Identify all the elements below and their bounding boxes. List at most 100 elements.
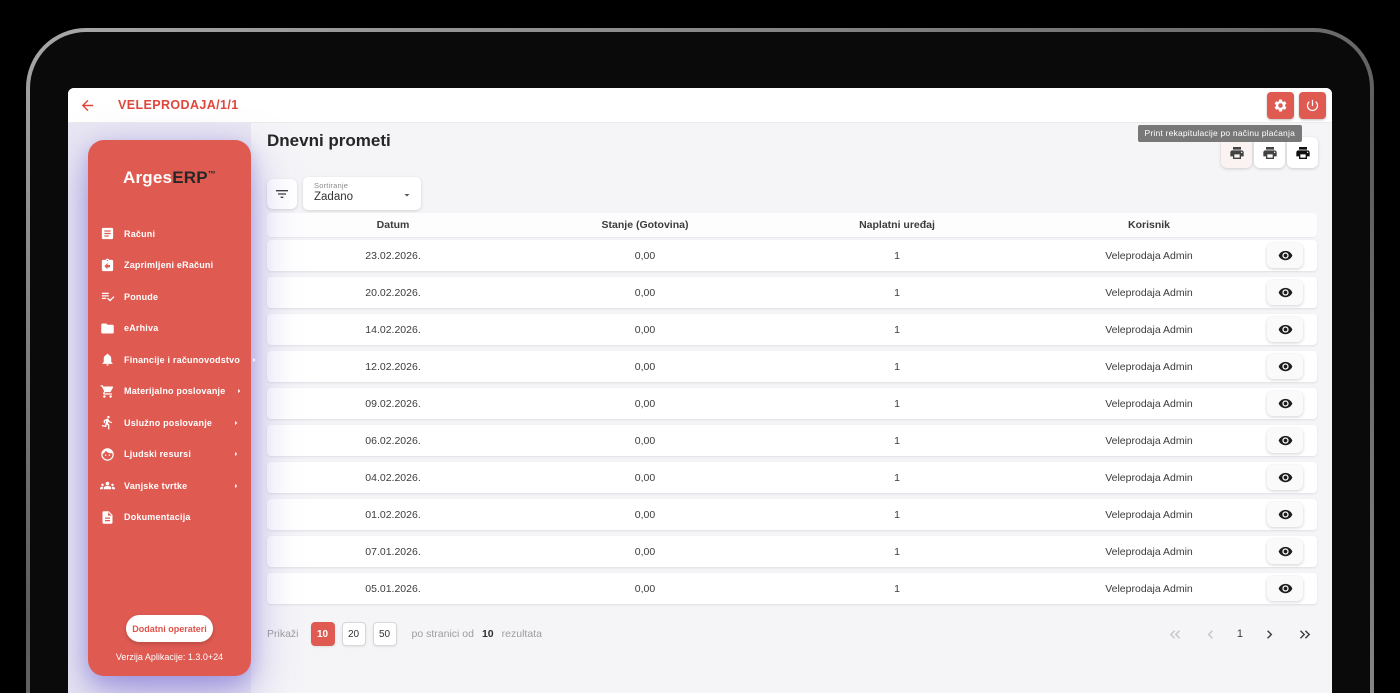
- eye-icon: [1278, 361, 1292, 372]
- row-user: Veleprodaja Admin: [1105, 508, 1193, 521]
- sidebar-item-label: Ljudski resursi: [124, 449, 192, 460]
- filter-button[interactable]: [267, 179, 297, 209]
- eye-icon: [1278, 509, 1292, 520]
- row-device: 1: [894, 582, 900, 595]
- settings-button[interactable]: [1267, 92, 1294, 119]
- eye-icon: [1278, 250, 1292, 261]
- sidebar-item-label: eArhiva: [124, 323, 159, 334]
- row-date: 05.01.2026.: [365, 582, 421, 595]
- sidebar-item[interactable]: Vanjske tvrtke: [88, 470, 251, 502]
- last-page-button[interactable]: [1295, 625, 1313, 643]
- table-row[interactable]: 12.02.2026. 0,00 1 Veleprodaja Admin: [267, 351, 1317, 382]
- page-size-button[interactable]: 10: [310, 622, 335, 646]
- sidebar-item[interactable]: Uslužno poslovanje: [88, 407, 251, 439]
- sidebar-item[interactable]: Ljudski resursi: [88, 439, 251, 471]
- folder-icon: [101, 323, 114, 334]
- back-button[interactable]: [78, 97, 96, 115]
- page-size-button[interactable]: 50: [372, 622, 397, 646]
- document-icon: [102, 511, 113, 524]
- row-date: 23.02.2026.: [365, 249, 421, 262]
- sidebar-item[interactable]: Materijalno poslovanje: [88, 376, 251, 408]
- eye-icon: [1278, 435, 1292, 446]
- print-icon: [1295, 146, 1310, 159]
- double-chevron-left-icon: [1170, 629, 1181, 639]
- row-device: 1: [894, 471, 900, 484]
- eye-icon: [1278, 546, 1292, 557]
- first-page-button[interactable]: [1167, 625, 1185, 643]
- table-header: Datum Stanje (Gotovina) Naplatni uređaj …: [267, 213, 1317, 237]
- view-row-button[interactable]: [1267, 391, 1303, 416]
- row-balance: 0,00: [634, 286, 656, 299]
- table-row[interactable]: 20.02.2026. 0,00 1 Veleprodaja Admin: [267, 277, 1317, 308]
- view-row-button[interactable]: [1267, 280, 1303, 305]
- row-device: 1: [894, 323, 900, 336]
- chevron-right-icon: [235, 420, 238, 425]
- page-size-button[interactable]: 20: [341, 622, 366, 646]
- column-header: Korisnik: [1127, 219, 1170, 231]
- bell-icon: [102, 353, 113, 366]
- chevron-down-icon: [404, 194, 410, 197]
- row-device: 1: [894, 249, 900, 262]
- table-row[interactable]: 01.02.2026. 0,00 1 Veleprodaja Admin: [267, 499, 1317, 530]
- chevron-right-icon: [235, 452, 238, 457]
- sidebar-item-label: Uslužno poslovanje: [124, 417, 213, 428]
- view-row-button[interactable]: [1267, 243, 1303, 268]
- sort-dropdown[interactable]: Sortiranje Zadano: [303, 177, 421, 210]
- table-row[interactable]: 09.02.2026. 0,00 1 Veleprodaja Admin: [267, 388, 1317, 419]
- row-balance: 0,00: [634, 582, 656, 595]
- sort-label: Sortiranje: [314, 181, 349, 190]
- row-balance: 0,00: [634, 508, 656, 521]
- checklist-icon: [101, 293, 115, 302]
- row-device: 1: [894, 360, 900, 373]
- app-screen: VELEPRODAJA/1/1 Print rekapitulacije po …: [68, 88, 1332, 693]
- column-header: Naplatni uređaj: [859, 219, 935, 231]
- row-user: Veleprodaja Admin: [1105, 471, 1193, 484]
- row-user: Veleprodaja Admin: [1105, 434, 1193, 447]
- view-row-button[interactable]: [1267, 576, 1303, 601]
- tablet-frame: VELEPRODAJA/1/1 Print rekapitulacije po …: [26, 28, 1374, 693]
- sidebar-item[interactable]: Računi: [88, 218, 251, 250]
- sidebar: ArgesERP™ Računi Zaprimljeni eRačuni Pon…: [88, 140, 256, 676]
- group-icon: [100, 482, 115, 490]
- topbar-title: VELEPRODAJA/1/1: [118, 98, 239, 112]
- sidebar-item[interactable]: Dokumentacija: [88, 502, 251, 534]
- tablet-bezel: VELEPRODAJA/1/1 Print rekapitulacije po …: [30, 32, 1370, 693]
- print-tooltip: Print rekapitulacije po načinu plaćanja: [1137, 125, 1302, 142]
- row-balance: 0,00: [634, 397, 656, 410]
- table-row[interactable]: 05.01.2026. 0,00 1 Veleprodaja Admin: [267, 573, 1317, 604]
- table-row[interactable]: 23.02.2026. 0,00 1 Veleprodaja Admin: [267, 240, 1317, 271]
- logout-button[interactable]: [1299, 92, 1326, 119]
- cart-icon: [100, 384, 114, 398]
- view-row-button[interactable]: [1267, 502, 1303, 527]
- additional-operators-button[interactable]: Dodatni operateri: [126, 615, 213, 642]
- row-user: Veleprodaja Admin: [1105, 323, 1193, 336]
- row-balance: 0,00: [634, 249, 656, 262]
- pagination-bar: Prikaži 10 20 50 po stranici od 10 rezul…: [267, 620, 1317, 648]
- view-row-button[interactable]: [1267, 539, 1303, 564]
- row-user: Veleprodaja Admin: [1105, 249, 1193, 262]
- row-balance: 0,00: [634, 360, 656, 373]
- table-row[interactable]: 04.02.2026. 0,00 1 Veleprodaja Admin: [267, 462, 1317, 493]
- eye-icon: [1278, 583, 1292, 594]
- next-page-button[interactable]: [1260, 625, 1278, 643]
- row-date: 12.02.2026.: [365, 360, 421, 373]
- sidebar-item[interactable]: Zaprimljeni eRačuni: [88, 250, 251, 282]
- row-date: 06.02.2026.: [365, 434, 421, 447]
- sidebar-item[interactable]: Financije i računovodstvo: [88, 344, 256, 376]
- chevron-left-icon: [1208, 629, 1214, 639]
- view-row-button[interactable]: [1267, 428, 1303, 453]
- table-row[interactable]: 14.02.2026. 0,00 1 Veleprodaja Admin: [267, 314, 1317, 345]
- view-row-button[interactable]: [1267, 465, 1303, 490]
- prev-page-button[interactable]: [1202, 625, 1220, 643]
- view-row-button[interactable]: [1267, 354, 1303, 379]
- table-row[interactable]: 06.02.2026. 0,00 1 Veleprodaja Admin: [267, 425, 1317, 456]
- topbar-actions: [1267, 92, 1326, 119]
- sidebar-item[interactable]: Ponude: [88, 281, 251, 313]
- sidebar-item[interactable]: eArhiva: [88, 313, 251, 345]
- assignment-return-icon: [101, 258, 114, 271]
- view-row-button[interactable]: [1267, 317, 1303, 342]
- chevron-right-icon: [235, 483, 238, 488]
- column-header: Stanje (Gotovina): [601, 219, 689, 231]
- row-device: 1: [894, 286, 900, 299]
- table-row[interactable]: 07.01.2026. 0,00 1 Veleprodaja Admin: [267, 536, 1317, 567]
